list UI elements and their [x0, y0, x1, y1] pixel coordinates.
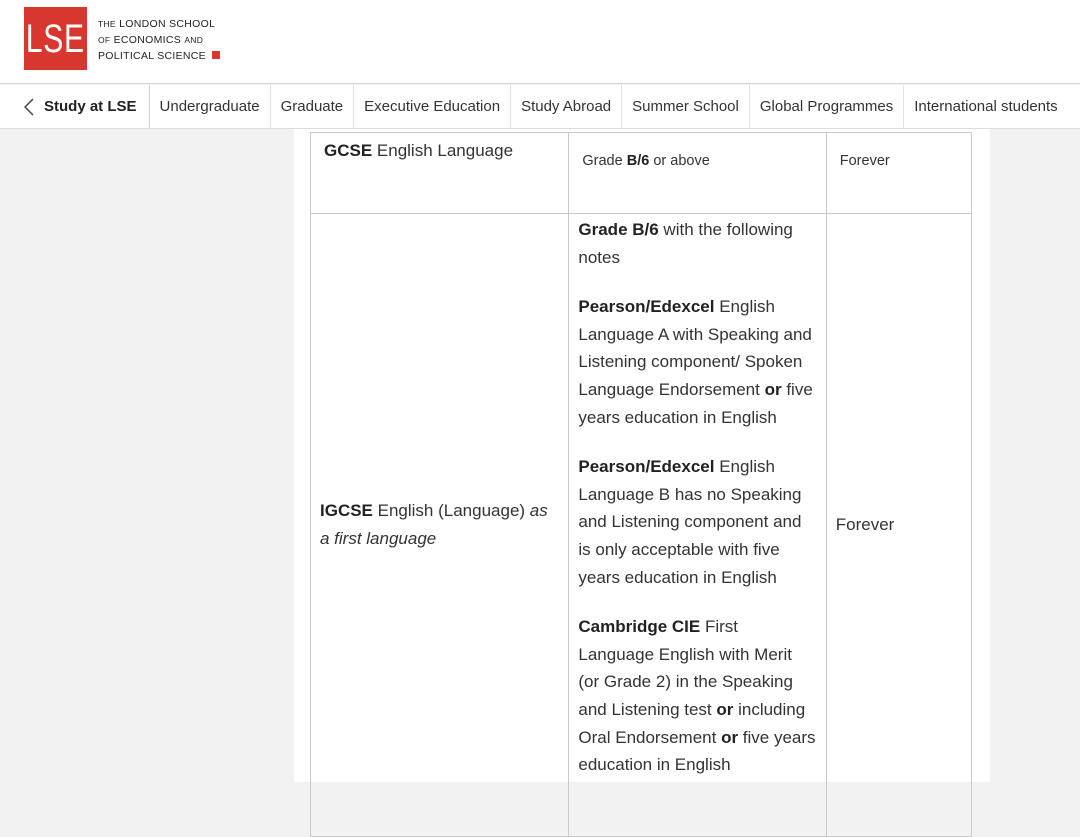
main-content: GCSE English Language Grade B/6 or above… — [294, 129, 990, 837]
qualification-cell: GCSE English Language — [309, 132, 570, 214]
grade-note-cambridge: Cambridge CIE First Language English wit… — [578, 617, 816, 775]
section-nav: Study at LSE Undergraduate Graduate Exec… — [0, 85, 1080, 129]
nav-item-global-programmes[interactable]: Global Programmes — [750, 85, 905, 128]
qualification-cell: IGCSE English (Language) as a first lang… — [309, 213, 570, 837]
english-requirements-table: GCSE English Language Grade B/6 or above… — [309, 132, 973, 837]
nav-item-international-students[interactable]: International students — [904, 85, 1067, 128]
logo-letters: LSE — [26, 16, 85, 61]
nav-item-summer-school[interactable]: Summer School — [622, 85, 750, 128]
validity-cell: Forever — [825, 132, 973, 214]
nav-item-executive-education[interactable]: Executive Education — [354, 85, 512, 128]
nav-back-study-at-lse[interactable]: Study at LSE — [0, 85, 150, 128]
logo-square-icon — [212, 51, 220, 59]
table-row: IGCSE English (Language) as a first lang… — [309, 213, 973, 837]
nav-item-study-abroad[interactable]: Study Abroad — [511, 85, 623, 128]
grade-cell: Grade B/6 or above — [568, 132, 827, 214]
table-row: GCSE English Language Grade B/6 or above… — [309, 132, 973, 214]
nav-item-undergraduate[interactable]: Undergraduate — [150, 85, 271, 128]
logo-line-3: POLITICAL SCIENCE — [98, 48, 220, 64]
validity-cell: Forever — [825, 213, 973, 837]
site-header: LSE THE LONDON SCHOOL OF ECONOMICS AND P… — [0, 0, 1080, 84]
grade-notes-cell: Grade B/6 with the following notes Pears… — [568, 213, 827, 837]
grade-note-intro: Grade B/6 with the following notes — [578, 220, 793, 267]
nav-back-label: Study at LSE — [44, 98, 137, 115]
nav-item-graduate[interactable]: Graduate — [271, 85, 355, 128]
grade-note-edexcel-a: Pearson/Edexcel English Language A with … — [578, 297, 813, 427]
logo-line-2: OF ECONOMICS AND — [98, 34, 204, 46]
lse-logo[interactable]: LSE — [24, 7, 87, 70]
chevron-left-icon — [24, 97, 34, 116]
grade-note-edexcel-b: Pearson/Edexcel English Language B has n… — [578, 457, 802, 587]
logo-line-1: THE LONDON SCHOOL — [98, 18, 216, 30]
logo-wordmark: THE LONDON SCHOOL OF ECONOMICS AND POLIT… — [98, 16, 220, 64]
